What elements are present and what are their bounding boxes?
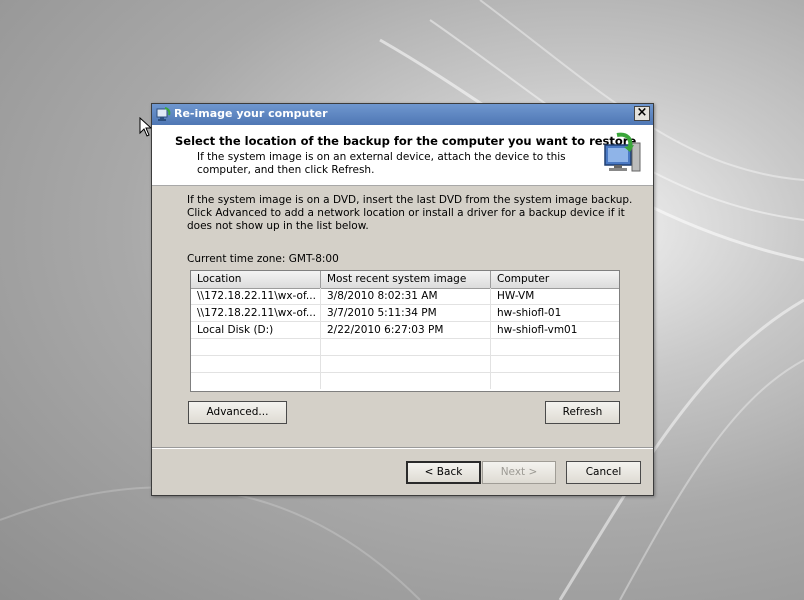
column-header-computer[interactable]: Computer xyxy=(491,271,619,288)
empty-row xyxy=(191,339,619,356)
table-row[interactable]: Local Disk (D:) 2/22/2010 6:27:03 PM hw-… xyxy=(191,322,619,339)
cell-location: \\172.18.22.11\wx-of... xyxy=(191,305,321,321)
header-subtitle: If the system image is on an external de… xyxy=(197,151,566,176)
back-button[interactable]: < Back xyxy=(406,461,481,484)
empty-cell xyxy=(191,373,321,389)
cell-computer: hw-shiofl-vm01 xyxy=(497,324,578,336)
restore-computer-icon xyxy=(604,132,641,172)
footer-divider xyxy=(152,447,653,449)
empty-cell xyxy=(321,339,491,355)
empty-cell xyxy=(321,373,491,389)
reimage-computer-icon xyxy=(156,107,171,121)
cell-location: \\172.18.22.11\wx-of... xyxy=(191,288,321,304)
empty-cell xyxy=(191,356,321,372)
empty-cell xyxy=(491,339,619,355)
instructions-text: If the system image is on a DVD, insert … xyxy=(187,194,633,232)
cancel-button[interactable]: Cancel xyxy=(566,461,641,484)
close-button[interactable]: × xyxy=(634,106,650,121)
backup-list[interactable]: Location Most recent system image Comput… xyxy=(190,270,620,392)
cell-image: 3/8/2010 8:02:31 AM xyxy=(321,288,491,304)
table-row[interactable]: \\172.18.22.11\wx-of... 3/7/2010 5:11:34… xyxy=(191,305,619,322)
cell-image: 3/7/2010 5:11:34 PM xyxy=(321,305,491,321)
cell-computer: HW-VM xyxy=(497,290,535,302)
empty-row xyxy=(191,373,619,390)
header-title: Select the location of the backup for th… xyxy=(175,134,637,148)
empty-cell xyxy=(191,339,321,355)
column-header-location[interactable]: Location xyxy=(191,271,321,288)
table-row[interactable]: \\172.18.22.11\wx-of... 3/8/2010 8:02:31… xyxy=(191,288,619,305)
cell-computer: hw-shiofl-01 xyxy=(497,307,562,319)
window-title: Re-image your computer xyxy=(174,107,328,120)
empty-cell xyxy=(491,373,619,389)
empty-cell xyxy=(321,356,491,372)
advanced-button[interactable]: Advanced... xyxy=(188,401,287,424)
next-button[interactable]: Next > xyxy=(482,461,556,484)
reimage-dialog: Re-image your computer × Select the loca… xyxy=(151,103,654,496)
empty-row xyxy=(191,356,619,373)
table-header: Location Most recent system image Comput… xyxy=(191,271,619,289)
dialog-header: Select the location of the backup for th… xyxy=(152,125,653,186)
timezone-label: Current time zone: GMT-8:00 xyxy=(187,253,339,265)
cell-location: Local Disk (D:) xyxy=(191,322,321,338)
refresh-button[interactable]: Refresh xyxy=(545,401,620,424)
title-bar[interactable]: Re-image your computer × xyxy=(152,104,653,125)
cell-image: 2/22/2010 6:27:03 PM xyxy=(321,322,491,338)
empty-cell xyxy=(491,356,619,372)
column-header-image[interactable]: Most recent system image xyxy=(321,271,491,288)
